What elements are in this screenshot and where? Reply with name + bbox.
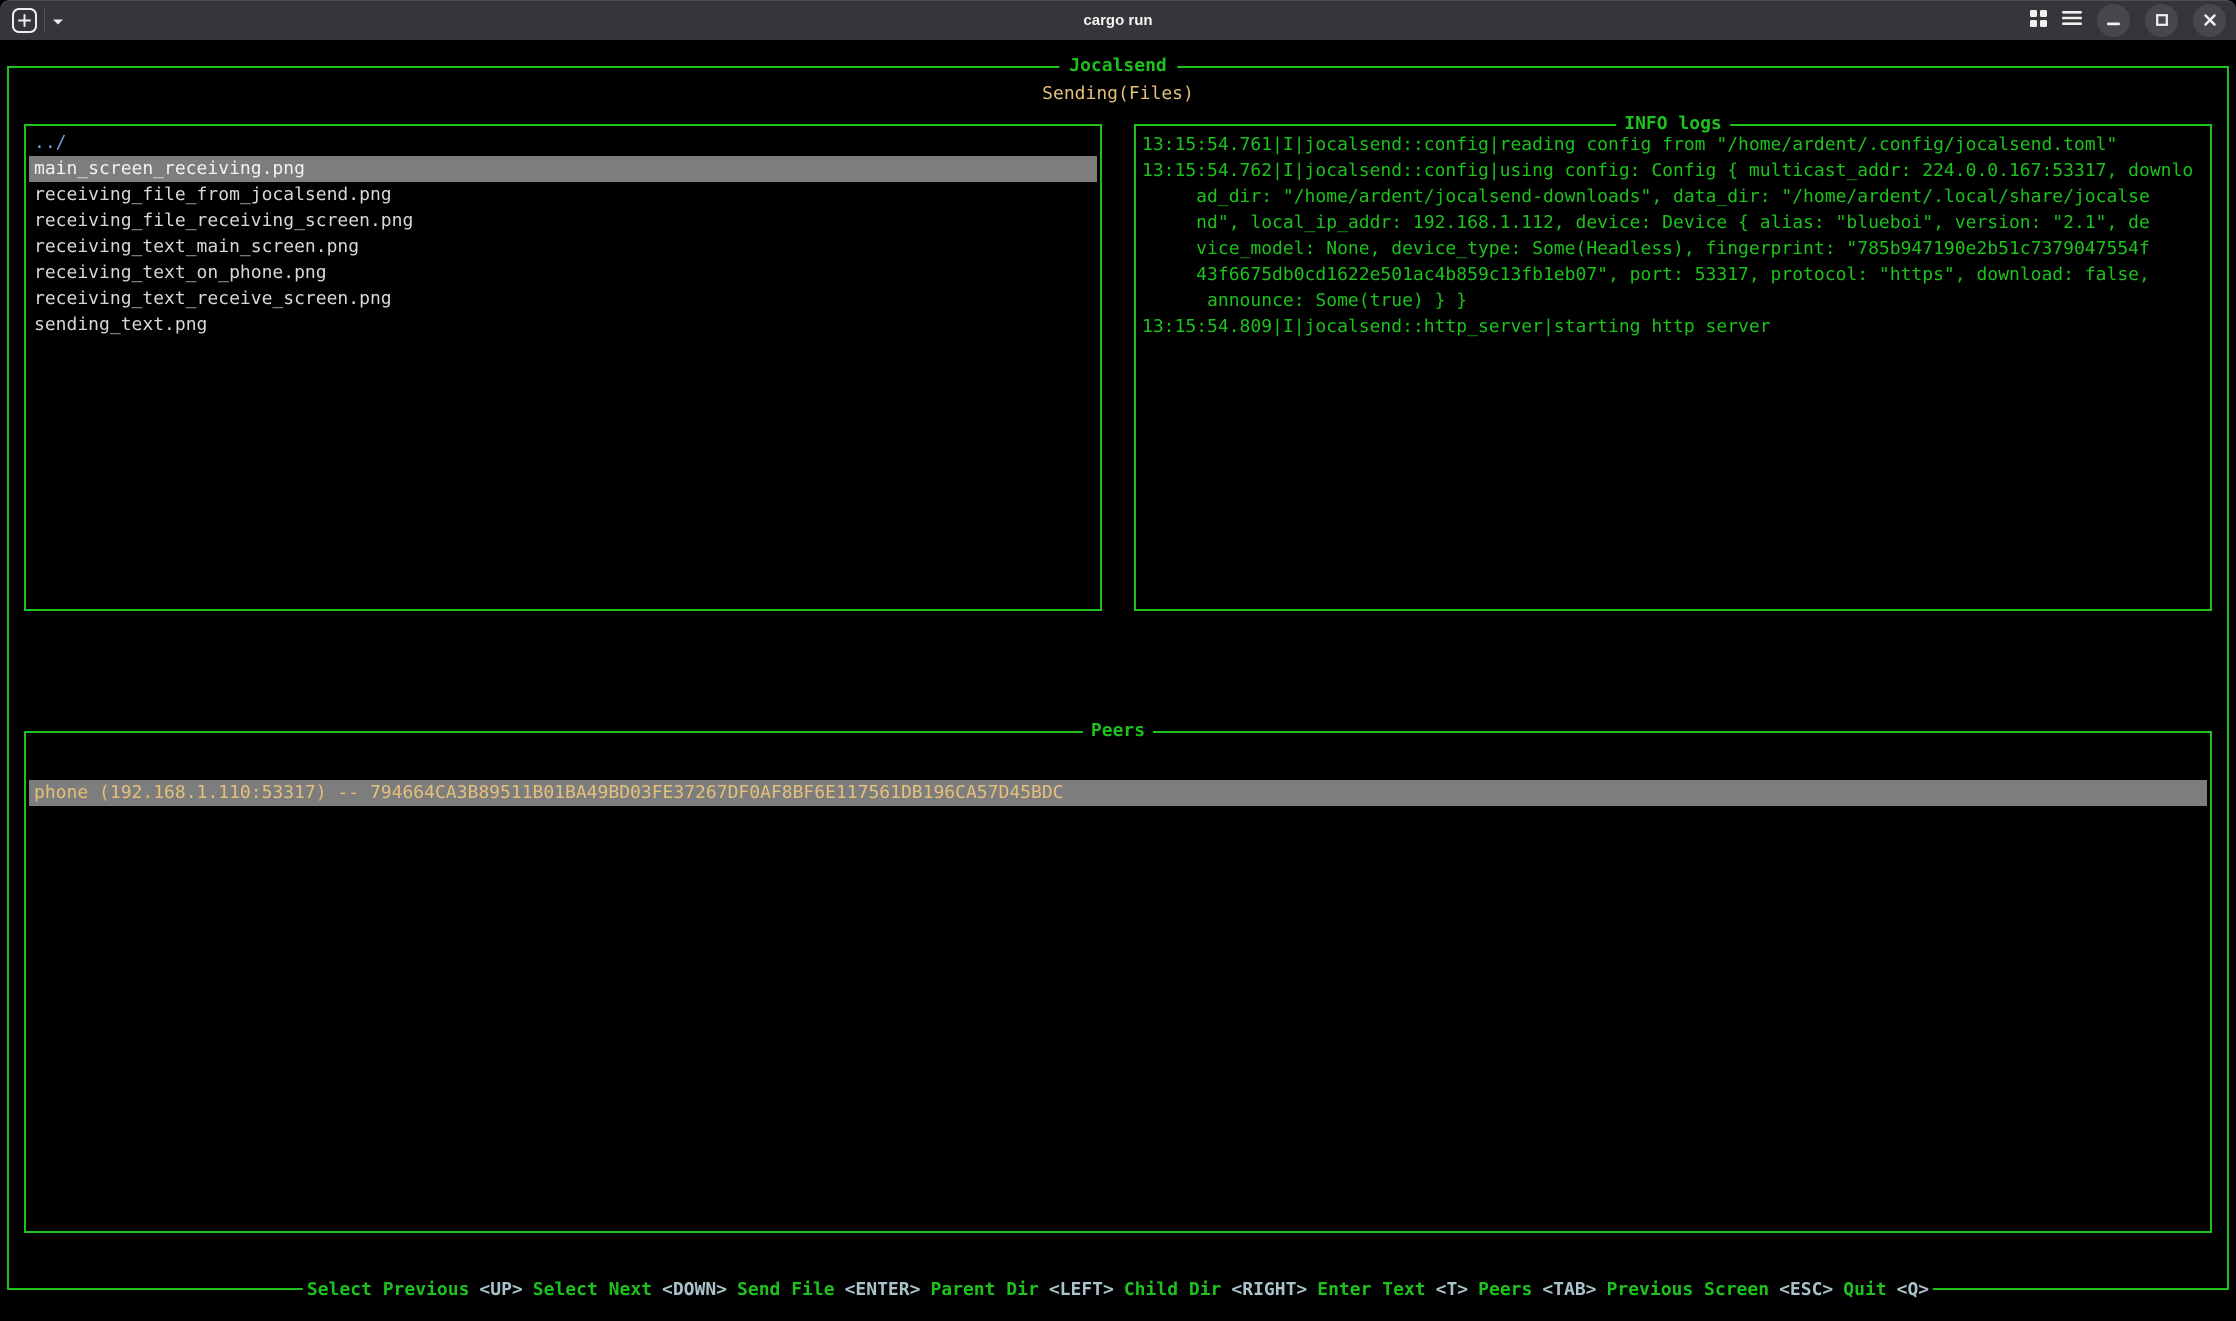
keybinding-key-label: <UP>: [479, 1279, 522, 1300]
plus-icon: [18, 14, 31, 27]
maximize-button[interactable]: [2145, 4, 2178, 37]
log-lines: 13:15:54.761|I|jocalsend::config|reading…: [1136, 126, 2210, 340]
app-title: Jocalsend: [1059, 53, 1177, 79]
keybinding-action-label: Peers: [1478, 1279, 1532, 1300]
keybinding-action-label: Select Previous: [307, 1279, 470, 1300]
log-line: announce: Some(true) } }: [1142, 288, 2204, 314]
new-tab-dropdown-button[interactable]: [52, 11, 64, 30]
minimize-icon: [2107, 11, 2120, 30]
keybinding-key-label: <ESC>: [1779, 1279, 1833, 1300]
window-title: cargo run: [0, 0, 2236, 40]
new-tab-button[interactable]: [12, 8, 37, 33]
keybinding-action-label: Previous Screen: [1607, 1279, 1770, 1300]
keybinding-key-label: <ENTER>: [845, 1279, 921, 1300]
keybinding-help-item: Child Dir <RIGHT>: [1124, 1279, 1307, 1300]
log-line: ad_dir: "/home/ardent/jocalsend-download…: [1142, 184, 2204, 210]
file-list: ../main_screen_receiving.pngreceiving_fi…: [26, 126, 1100, 338]
keybinding-help-bar: Select Previous <UP> Select Next <DOWN> Send…: [303, 1277, 1933, 1303]
keybinding-action-label: Select Next: [533, 1279, 652, 1300]
terminal-screen[interactable]: Jocalsend Sending(Files) ../main_screen_…: [0, 40, 2236, 1321]
tab-grid-icon: [2030, 10, 2047, 31]
window-titlebar: cargo run: [0, 0, 2236, 40]
file-list-item[interactable]: ../: [29, 130, 1097, 156]
file-list-item[interactable]: main_screen_receiving.png: [29, 156, 1097, 182]
maximize-icon: [2156, 11, 2168, 30]
keybinding-action-label: Quit: [1843, 1279, 1886, 1300]
file-list-item[interactable]: receiving_file_receiving_screen.png: [29, 208, 1097, 234]
keybinding-help-item: Parent Dir <LEFT>: [930, 1279, 1113, 1300]
file-list-item[interactable]: receiving_text_receive_screen.png: [29, 286, 1097, 312]
peer-list-item[interactable]: phone (192.168.1.110:53317) -- 794664CA3…: [29, 780, 2207, 806]
info-logs-title: INFO logs: [1616, 111, 1730, 137]
keybinding-action-label: Child Dir: [1124, 1279, 1222, 1300]
keybinding-action-label: Parent Dir: [930, 1279, 1038, 1300]
log-line: 13:15:54.762|I|jocalsend::config|using c…: [1142, 158, 2204, 184]
keybinding-help-item: Enter Text <T>: [1317, 1279, 1468, 1300]
keybinding-key-label: <TAB>: [1542, 1279, 1596, 1300]
titlebar-left-controls: [12, 0, 64, 40]
keybinding-help-item: Select Previous <UP>: [307, 1279, 523, 1300]
keybinding-help-item: Send File <ENTER>: [737, 1279, 920, 1300]
minimize-button[interactable]: [2097, 4, 2130, 37]
peers-panel: Peers phone (192.168.1.110:53317) -- 794…: [24, 731, 2212, 1233]
app-frame: Jocalsend Sending(Files) ../main_screen_…: [7, 66, 2229, 1290]
app-mode-label: Sending(Files): [9, 81, 2227, 107]
keybinding-key-label: <T>: [1436, 1279, 1469, 1300]
titlebar-right-controls: [2030, 0, 2226, 40]
file-list-item[interactable]: sending_text.png: [29, 312, 1097, 338]
file-list-item[interactable]: receiving_text_on_phone.png: [29, 260, 1097, 286]
tab-overview-button[interactable]: [2030, 10, 2047, 31]
log-line: nd", local_ip_addr: 192.168.1.112, devic…: [1142, 210, 2204, 236]
close-icon: [2204, 11, 2216, 30]
file-list-item[interactable]: receiving_file_from_jocalsend.png: [29, 182, 1097, 208]
keybinding-key-label: <DOWN>: [662, 1279, 727, 1300]
log-line: vice_model: None, device_type: Some(Head…: [1142, 236, 2204, 262]
file-list-item[interactable]: receiving_text_main_screen.png: [29, 234, 1097, 260]
keybinding-key-label: <RIGHT>: [1231, 1279, 1307, 1300]
hamburger-menu-icon: [2062, 10, 2082, 30]
keybinding-help-item: Peers <TAB>: [1478, 1279, 1596, 1300]
keybinding-key-label: <LEFT>: [1049, 1279, 1114, 1300]
file-browser-panel: ../main_screen_receiving.pngreceiving_fi…: [24, 124, 1102, 611]
peers-title: Peers: [1083, 718, 1153, 744]
info-logs-panel: INFO logs 13:15:54.761|I|jocalsend::conf…: [1134, 124, 2212, 611]
keybinding-help-item: Quit <Q>: [1843, 1279, 1929, 1300]
log-line: 43f6675db0cd1622e501ac4b859c13fb1eb07", …: [1142, 262, 2204, 288]
keybinding-help-item: Previous Screen <ESC>: [1607, 1279, 1834, 1300]
chevron-down-icon: [52, 11, 64, 30]
keybinding-help-item: Select Next <DOWN>: [533, 1279, 727, 1300]
titlebar-separator: [44, 8, 45, 32]
close-button[interactable]: [2193, 4, 2226, 37]
keybinding-key-label: <Q>: [1897, 1279, 1930, 1300]
main-menu-button[interactable]: [2062, 10, 2082, 30]
keybinding-action-label: Send File: [737, 1279, 835, 1300]
keybinding-action-label: Enter Text: [1317, 1279, 1425, 1300]
log-line: 13:15:54.809|I|jocalsend::http_server|st…: [1142, 314, 2204, 340]
